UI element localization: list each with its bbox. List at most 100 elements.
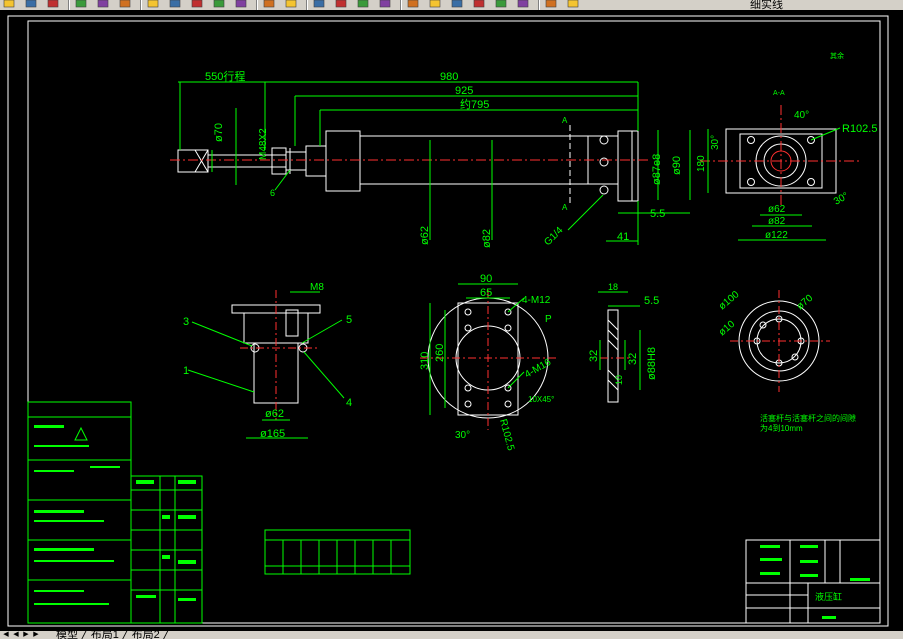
drawing-canvas[interactable]: 550行程 980 925 约795 ø70 M48X2 ø62 ø82 ø87… [0, 10, 903, 631]
prev-tab-arrow-icon[interactable]: ◀ [12, 631, 20, 639]
svg-text:P: P [545, 314, 552, 325]
tool-palette-icon[interactable] [450, 0, 464, 9]
markup-icon[interactable] [494, 0, 508, 9]
undo-icon[interactable] [262, 0, 276, 9]
svg-text:32: 32 [588, 350, 600, 362]
zoom-realtime-icon[interactable] [334, 0, 348, 9]
properties-icon[interactable] [406, 0, 420, 9]
mount-view-labels: M8 1 3 4 5 ø62 ø165 [183, 282, 352, 440]
svg-text:980: 980 [440, 71, 458, 83]
svg-text:4-M12: 4-M12 [522, 295, 551, 306]
svg-text:ø62: ø62 [419, 226, 431, 245]
svg-text:3: 3 [183, 316, 189, 328]
save-icon[interactable] [24, 0, 38, 9]
svg-text:约795: 约795 [460, 98, 489, 111]
svg-text:M8: M8 [310, 282, 324, 293]
main-view-cylinder[interactable] [170, 125, 650, 205]
last-tab-arrow-icon[interactable]: ▶ [32, 631, 40, 639]
main-view-dimensions [178, 81, 691, 245]
section-view-labels: A-A 40° 30° R102.5 180 ø62 ø82 ø122 30° [696, 90, 877, 241]
plate-view-labels: 18 5.5 32 32 10 ø88H8 [588, 282, 659, 385]
round-view[interactable] [730, 290, 830, 392]
svg-text:18: 18 [608, 282, 618, 292]
plot-icon[interactable] [46, 0, 60, 9]
open-icon[interactable] [2, 0, 16, 9]
pan-icon[interactable] [312, 0, 326, 9]
svg-text:ø87e8: ø87e8 [651, 154, 663, 185]
svg-text:10X45°: 10X45° [528, 395, 554, 404]
svg-text:ø62: ø62 [768, 204, 786, 215]
svg-text:活塞杆与活塞杆之间的间隙: 活塞杆与活塞杆之间的间隙 [760, 413, 856, 423]
svg-text:ø62: ø62 [265, 408, 284, 420]
svg-text:41: 41 [617, 231, 629, 243]
preview-icon[interactable] [74, 0, 88, 9]
svg-text:ø90: ø90 [671, 156, 683, 175]
svg-text:180: 180 [696, 155, 707, 172]
svg-text:为4到10mm: 为4到10mm [760, 423, 803, 433]
section-view[interactable] [700, 105, 860, 205]
paste-icon[interactable] [190, 0, 204, 9]
redo-icon[interactable] [284, 0, 298, 9]
svg-text:ø70: ø70 [213, 123, 225, 142]
svg-text:310: 310 [419, 352, 431, 370]
layer-state-icon[interactable] [566, 0, 580, 9]
cut-icon[interactable] [146, 0, 160, 9]
svg-text:32: 32 [627, 353, 639, 365]
svg-text:ø70: ø70 [795, 293, 816, 313]
svg-text:4: 4 [346, 397, 352, 409]
svg-text:M48X2: M48X2 [258, 128, 269, 160]
svg-text:10: 10 [614, 375, 624, 385]
zoom-window-icon[interactable] [356, 0, 370, 9]
svg-text:30°: 30° [455, 430, 470, 441]
calculator-icon[interactable] [516, 0, 530, 9]
svg-text:40°: 40° [794, 110, 809, 121]
next-tab-arrow-icon[interactable]: ▶ [22, 631, 30, 639]
symbol-table [264, 529, 411, 575]
svg-text:A-A: A-A [773, 90, 785, 97]
svg-text:260: 260 [434, 344, 446, 362]
flange-view-labels: 90 65 4-M12 4-M16 P 310 260 10X45° R102.… [419, 273, 554, 452]
svg-text:1: 1 [183, 365, 189, 377]
svg-text:ø165: ø165 [260, 428, 285, 440]
svg-text:ø122: ø122 [765, 230, 788, 241]
layout-tabs[interactable]: 模型 ╱ 布局1 ╱ 布局2 ╱ [56, 631, 169, 639]
svg-text:A: A [562, 203, 568, 212]
first-tab-arrow-icon[interactable]: ◀ [2, 631, 10, 639]
svg-text:90: 90 [480, 273, 492, 285]
svg-text:65: 65 [480, 287, 492, 299]
roughness-mark: 其余 [830, 51, 844, 60]
layout-tabs-bar: ◀ ◀ ▶ ▶ 模型 ╱ 布局1 ╱ 布局2 ╱ [0, 631, 903, 639]
left-spec-table-text [34, 425, 196, 605]
svg-text:ø82: ø82 [768, 216, 786, 227]
svg-text:R102.5: R102.5 [497, 418, 516, 452]
svg-text:G1/4: G1/4 [542, 225, 565, 248]
check-icon[interactable] [118, 0, 132, 9]
svg-text:4-M16: 4-M16 [523, 357, 553, 381]
svg-text:液压缸: 液压缸 [815, 591, 842, 602]
svg-text:ø88H8: ø88H8 [646, 347, 658, 380]
svg-text:925: 925 [455, 85, 473, 97]
main-view-labels: 550行程 980 925 约795 ø70 M48X2 ø62 ø82 ø87… [205, 70, 683, 248]
title-block[interactable] [745, 539, 881, 624]
svg-text:6: 6 [270, 188, 275, 198]
svg-text:30°: 30° [710, 135, 721, 150]
design-center-icon[interactable] [428, 0, 442, 9]
svg-text:ø10: ø10 [717, 319, 738, 339]
svg-text:5.5: 5.5 [650, 208, 665, 220]
brush-icon[interactable] [234, 0, 248, 9]
toolbar-separator [400, 0, 402, 10]
svg-text:R102.5: R102.5 [842, 123, 877, 135]
copy-icon[interactable] [168, 0, 182, 9]
zoom-previous-icon[interactable] [378, 0, 392, 9]
svg-text:ø100: ø100 [717, 289, 742, 312]
toolbar-separator [140, 0, 142, 10]
toolbar-separator [306, 0, 308, 10]
tech-note: 活塞杆与活塞杆之间的间隙 为4到10mm [760, 413, 856, 433]
publish-icon[interactable] [96, 0, 110, 9]
match-icon[interactable] [212, 0, 226, 9]
toolbar-separator [256, 0, 258, 10]
layer-manager-icon[interactable] [544, 0, 558, 9]
sheetset-icon[interactable] [472, 0, 486, 9]
svg-text:5: 5 [346, 314, 352, 326]
toolbar-separator [68, 0, 70, 10]
